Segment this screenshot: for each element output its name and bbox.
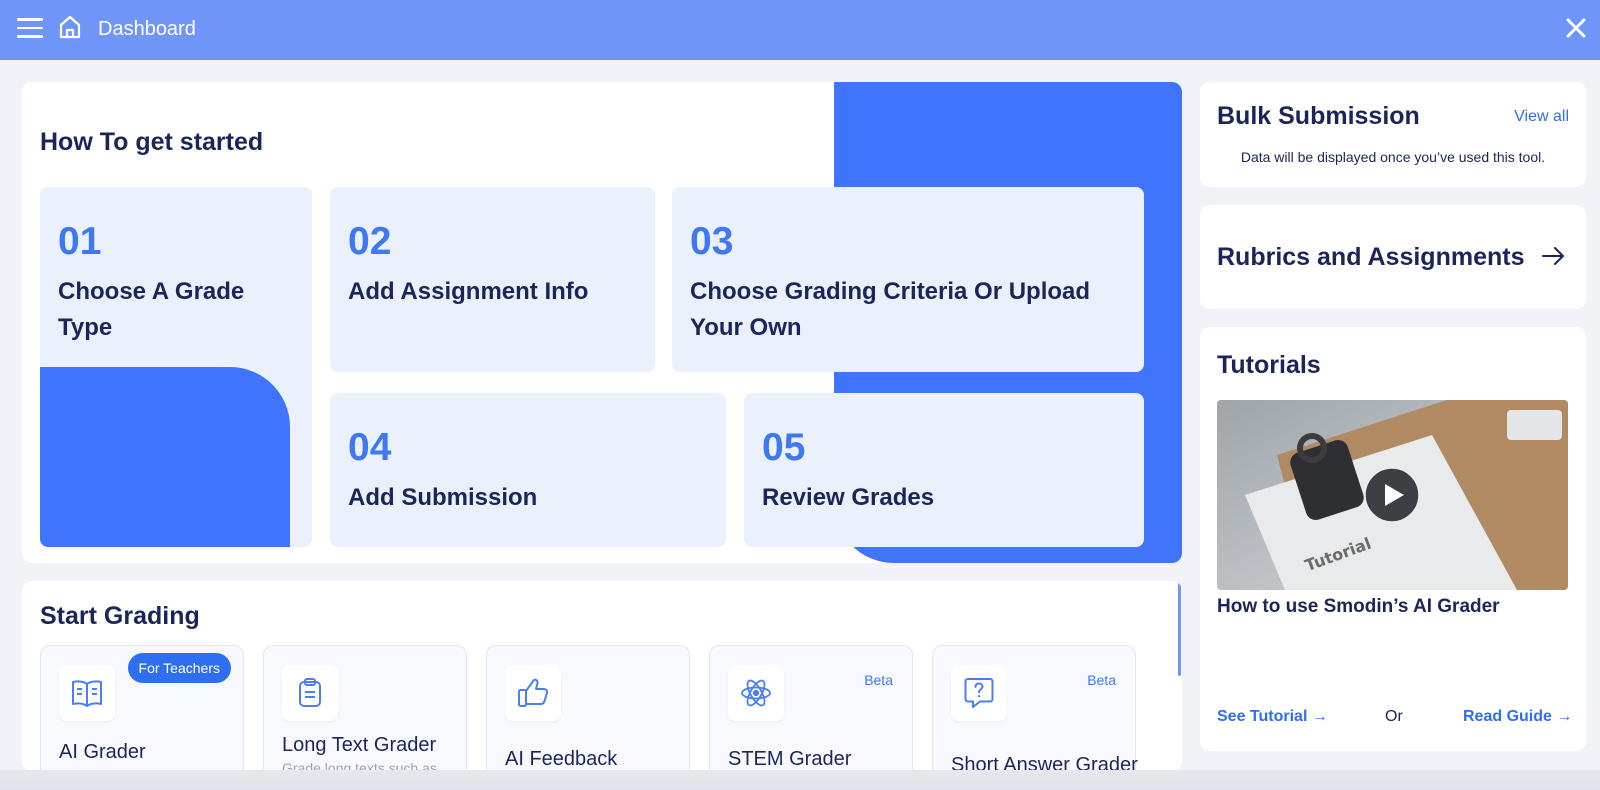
beta-badge: Beta bbox=[864, 672, 893, 688]
view-all-link[interactable]: View all bbox=[1514, 108, 1569, 126]
see-tutorial-link[interactable]: See Tutorial → bbox=[1217, 708, 1328, 726]
close-icon[interactable] bbox=[1565, 17, 1587, 39]
thumbs-up-icon bbox=[505, 665, 561, 721]
tool-name: Short Answer Grader bbox=[951, 754, 1138, 771]
rubrics-card[interactable]: Rubrics and Assignments bbox=[1200, 205, 1586, 309]
step-label: Review Grades bbox=[762, 484, 935, 511]
step-number: 04 bbox=[348, 426, 392, 469]
book-icon bbox=[59, 665, 115, 721]
tool-name: AI Feedback bbox=[505, 748, 618, 770]
decorative-blue-shape bbox=[40, 367, 290, 547]
scrollbar-thumb[interactable] bbox=[1178, 581, 1181, 676]
top-bar: Dashboard bbox=[0, 0, 1600, 60]
tool-name: Long Text Grader bbox=[282, 734, 437, 756]
read-guide-link[interactable]: Read Guide → bbox=[1463, 708, 1572, 726]
page-title: Dashboard bbox=[98, 18, 196, 40]
for-teachers-badge: For Teachers bbox=[127, 653, 231, 683]
tool-card-ai-grader[interactable]: For Teachers AI Grader bbox=[40, 645, 244, 771]
start-grading-panel: Start Grading For Teachers AI Grader Lon… bbox=[22, 581, 1182, 771]
video-caption: How to use Smodin’s AI Grader bbox=[1217, 596, 1500, 617]
atom-icon bbox=[728, 665, 784, 721]
empty-state-note: Data will be displayed once you’ve used … bbox=[1240, 149, 1546, 165]
start-grading-title: Start Grading bbox=[40, 602, 200, 630]
step-number: 02 bbox=[348, 220, 392, 263]
tool-name: AI Grader bbox=[59, 741, 146, 763]
step-label: Add Submission bbox=[348, 484, 538, 511]
tool-card-stem-grader[interactable]: Beta STEM Grader bbox=[709, 645, 913, 771]
tool-name: STEM Grader bbox=[728, 748, 852, 770]
bulk-submission-title: Bulk Submission bbox=[1217, 102, 1420, 130]
tool-card-ai-feedback[interactable]: AI Feedback bbox=[486, 645, 690, 771]
step-card-1[interactable]: 01 Choose A Grade Type bbox=[40, 187, 312, 547]
home-icon[interactable] bbox=[58, 14, 82, 40]
step-card-3[interactable]: 03 Choose Grading Criteria Or Upload You… bbox=[672, 187, 1144, 372]
getting-started-panel: How To get started 01 Choose A Grade Typ… bbox=[22, 82, 1182, 563]
or-separator: Or bbox=[1385, 708, 1403, 725]
step-card-2[interactable]: 02 Add Assignment Info bbox=[330, 187, 655, 372]
tutorials-title: Tutorials bbox=[1217, 351, 1321, 379]
bottom-edge bbox=[0, 770, 1600, 790]
step-label: Choose Grading Criteria Or Upload Your O… bbox=[690, 278, 1091, 341]
question-bubble-icon bbox=[951, 665, 1007, 721]
step-card-5[interactable]: 05 Review Grades bbox=[744, 393, 1144, 547]
tool-card-short-answer-grader[interactable]: Beta Short Answer Grader bbox=[932, 645, 1138, 771]
step-number: 01 bbox=[58, 220, 102, 263]
getting-started-title: How To get started bbox=[40, 128, 264, 156]
tutorial-video[interactable]: Tutorial bbox=[1217, 400, 1568, 590]
tutorials-card: Tutorials Tutorial How to use Smodin’s A… bbox=[1200, 327, 1586, 751]
step-number: 05 bbox=[762, 426, 806, 469]
step-number: 03 bbox=[690, 220, 734, 263]
step-label: Add Assignment Info bbox=[348, 278, 589, 305]
tool-card-long-text-grader[interactable]: Long Text Grader Grade long texts such a… bbox=[263, 645, 467, 771]
bulk-submission-card: Bulk Submission View all Data will be di… bbox=[1200, 82, 1586, 187]
arrow-right-icon: → bbox=[1311, 708, 1328, 725]
step-card-4[interactable]: 04 Add Submission bbox=[330, 393, 726, 547]
menu-icon[interactable] bbox=[17, 18, 43, 40]
clipboard-icon bbox=[282, 665, 338, 721]
arrow-right-icon: → bbox=[1556, 708, 1573, 725]
video-thumbnail: Tutorial bbox=[1217, 400, 1568, 590]
arrow-right-icon[interactable] bbox=[1540, 243, 1566, 269]
beta-badge: Beta bbox=[1087, 672, 1116, 688]
step-label: Choose A Grade Type bbox=[58, 278, 245, 341]
rubrics-title: Rubrics and Assignments bbox=[1217, 243, 1525, 271]
